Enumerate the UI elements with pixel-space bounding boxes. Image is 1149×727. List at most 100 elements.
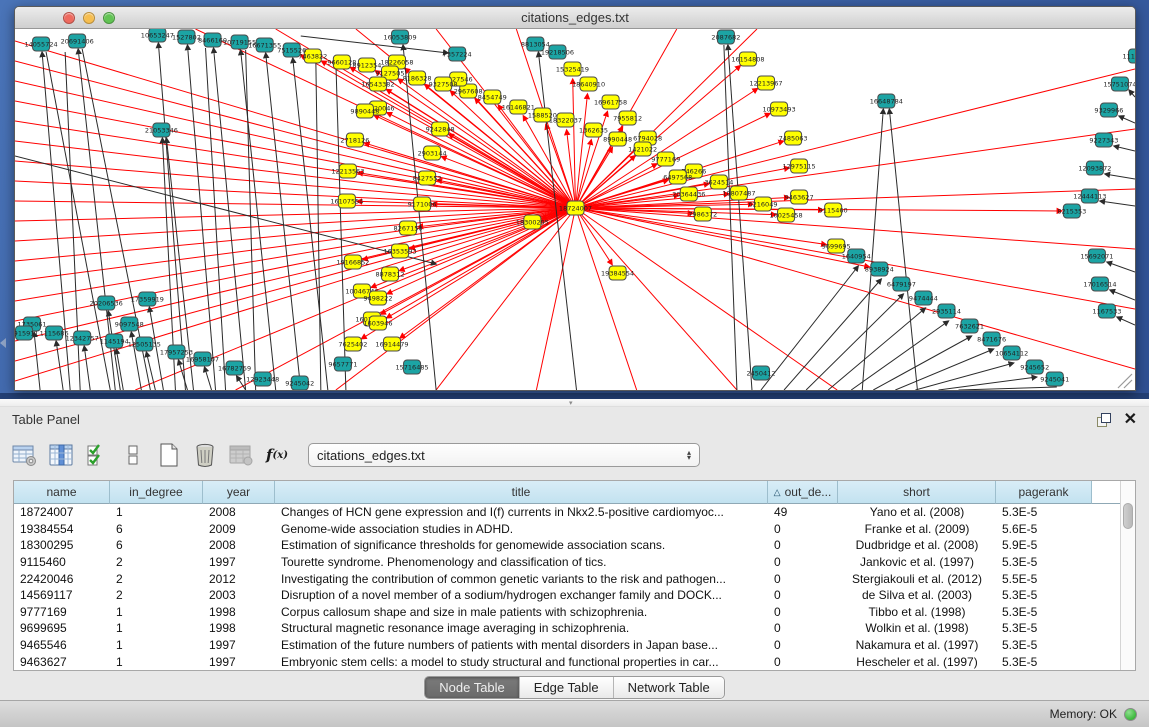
graph-node[interactable]: 8215353 — [1057, 204, 1086, 218]
graph-node[interactable]: 9115460 — [819, 203, 848, 217]
column-header-year[interactable]: year — [203, 481, 275, 504]
cell-name[interactable]: 9463627 — [14, 655, 110, 669]
cell-name[interactable]: 18724007 — [14, 505, 110, 519]
cell-name[interactable]: 14569117 — [14, 588, 110, 602]
graph-node[interactable]: 1527802 — [172, 30, 201, 44]
column-header-pagerank[interactable]: pagerank — [996, 481, 1092, 504]
new-column-icon[interactable] — [154, 439, 184, 471]
graph-node[interactable]: 12342757 — [66, 331, 99, 345]
table-row[interactable]: 1830029562008Estimation of significance … — [14, 537, 1120, 554]
column-header-in_degree[interactable]: in_degree — [110, 481, 203, 504]
cell-title[interactable]: Structural magnetic resonance image aver… — [275, 621, 768, 635]
red-citation-edge[interactable] — [576, 208, 1135, 249]
cell-pagerank[interactable]: 5.3E-5 — [996, 588, 1092, 602]
black-citation-edge[interactable] — [1107, 262, 1135, 272]
graph-node[interactable]: 8878312 — [376, 267, 405, 281]
red-citation-edge[interactable] — [576, 208, 637, 390]
cell-title[interactable]: Embryonic stem cells: a model to study s… — [275, 655, 768, 669]
cell-in_degree[interactable]: 1 — [110, 655, 203, 669]
black-citation-edge[interactable] — [1110, 290, 1135, 300]
red-citation-edge[interactable] — [576, 208, 1135, 369]
graph-node[interactable]: 16782759 — [218, 361, 251, 375]
graph-node[interactable]: 1117053 — [1123, 49, 1135, 63]
cell-in_degree[interactable]: 2 — [110, 572, 203, 586]
graph-node[interactable]: 7955812 — [613, 111, 642, 125]
graph-node[interactable]: 9463627 — [785, 190, 814, 204]
graph-node[interactable]: 12213967 — [749, 76, 782, 90]
cell-in_degree[interactable]: 1 — [110, 605, 203, 619]
scrollbar-thumb[interactable] — [1123, 503, 1133, 529]
graph-node[interactable]: 17016514 — [1083, 277, 1116, 291]
cell-out_degree[interactable]: 0 — [768, 522, 838, 536]
black-citation-edge[interactable] — [806, 294, 903, 390]
red-citation-edge[interactable] — [576, 208, 838, 390]
black-citation-edge[interactable] — [873, 336, 971, 390]
graph-node[interactable]: 8471676 — [977, 332, 1006, 346]
cell-title[interactable]: Tourette syndrome. Phenomenology and cla… — [275, 555, 768, 569]
function-builder-icon[interactable]: f(x) — [262, 439, 292, 471]
graph-node[interactable]: 16961758 — [594, 95, 627, 109]
graph-node[interactable]: 9657771 — [328, 357, 357, 371]
black-citation-edge[interactable] — [1114, 146, 1135, 151]
black-citation-edge[interactable] — [206, 48, 226, 390]
black-citation-edge[interactable] — [84, 346, 90, 390]
cell-in_degree[interactable]: 1 — [110, 505, 203, 519]
table-row[interactable]: 969969511998Structural magnetic resonanc… — [14, 620, 1120, 637]
cell-short[interactable]: Stergiakouli et al. (2012) — [838, 572, 996, 586]
black-citation-edge[interactable] — [915, 363, 1013, 390]
cell-in_degree[interactable]: 1 — [110, 638, 203, 652]
cell-pagerank[interactable]: 5.3E-5 — [996, 621, 1092, 635]
cell-name[interactable]: 22420046 — [14, 572, 110, 586]
graph-node[interactable]: 2935114 — [932, 304, 961, 318]
cell-year[interactable]: 1998 — [203, 621, 275, 635]
cell-year[interactable]: 1997 — [203, 638, 275, 652]
cell-pagerank[interactable]: 5.6E-5 — [996, 522, 1092, 536]
graph-node[interactable]: 19166852 — [336, 255, 369, 269]
black-citation-edge[interactable] — [959, 387, 1057, 390]
cell-pagerank[interactable]: 5.5E-5 — [996, 572, 1092, 586]
divider-grip-icon[interactable]: ▾ — [569, 401, 573, 406]
black-citation-edge[interactable] — [246, 50, 256, 390]
graph-node[interactable]: 7357224 — [443, 47, 472, 61]
graph-node[interactable]: 14055724 — [25, 37, 58, 51]
graph-node[interactable]: 18640910 — [572, 77, 605, 91]
table-selector-dropdown[interactable]: citations_edges.txt ▴▾ — [308, 443, 700, 467]
graph-node[interactable]: 9245041 — [1040, 372, 1069, 386]
cell-out_degree[interactable]: 0 — [768, 538, 838, 552]
table-settings-icon[interactable] — [10, 439, 40, 471]
black-citation-edge[interactable] — [146, 352, 155, 390]
cell-out_degree[interactable]: 0 — [768, 621, 838, 635]
cell-year[interactable]: 1997 — [203, 555, 275, 569]
cell-out_degree[interactable]: 0 — [768, 655, 838, 669]
black-citation-edge[interactable] — [1129, 90, 1135, 97]
tab-edge-table[interactable]: Edge Table — [520, 677, 614, 698]
graph-node[interactable]: 7632621 — [955, 319, 984, 333]
close-light-icon[interactable] — [63, 12, 75, 24]
rows-icon[interactable] — [118, 439, 148, 471]
table-row[interactable]: 1872400712008Changes of HCN gene express… — [14, 504, 1120, 521]
citation-network-graph[interactable]: 1872400715325419186409101696175879558121… — [15, 29, 1135, 390]
cell-title[interactable]: Genome-wide association studies in ADHD. — [275, 522, 768, 536]
cell-name[interactable]: 19384554 — [14, 522, 110, 536]
black-citation-edge[interactable] — [862, 109, 883, 390]
cell-short[interactable]: Wolkin et al. (1998) — [838, 621, 996, 635]
column-visibility-icon[interactable] — [46, 439, 76, 471]
black-citation-edge[interactable] — [178, 360, 187, 390]
cell-year[interactable]: 2009 — [203, 522, 275, 536]
graph-node[interactable]: 10653247 — [141, 29, 174, 42]
cell-name[interactable]: 9699695 — [14, 621, 110, 635]
graph-node[interactable]: 16053809 — [383, 30, 416, 44]
table-row[interactable]: 946362711997Embryonic stem cells: a mode… — [14, 653, 1120, 670]
float-panel-icon[interactable] — [1097, 413, 1110, 426]
graph-node[interactable]: 9097548 — [115, 317, 144, 331]
red-citation-edge[interactable] — [15, 41, 576, 208]
red-citation-edge[interactable] — [536, 208, 575, 390]
column-header-name[interactable]: name — [14, 481, 110, 504]
cell-year[interactable]: 2008 — [203, 505, 275, 519]
black-citation-edge[interactable] — [214, 48, 246, 390]
graph-node[interactable]: 9171006 — [408, 197, 437, 211]
cell-out_degree[interactable]: 0 — [768, 605, 838, 619]
network-canvas[interactable]: 1872400715325419186409101696175879558121… — [15, 29, 1135, 390]
column-header-title[interactable]: title — [275, 481, 768, 504]
black-citation-edge[interactable] — [728, 45, 752, 390]
